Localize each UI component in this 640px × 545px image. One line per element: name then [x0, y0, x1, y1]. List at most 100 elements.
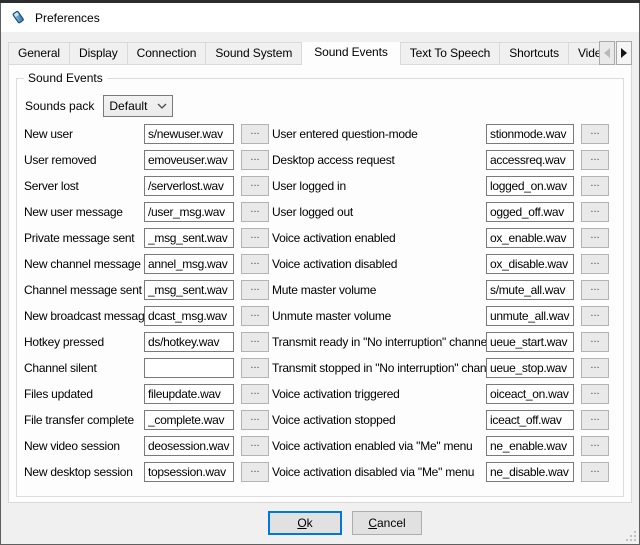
- sound-file-input[interactable]: [486, 254, 574, 274]
- sounds-pack-selected-value: Default: [109, 99, 157, 113]
- sounds-pack-dropdown[interactable]: Default: [103, 95, 173, 117]
- browse-button[interactable]: ...: [241, 228, 269, 248]
- sound-event-row: Voice activation enabled ...: [272, 225, 609, 251]
- sound-file-input[interactable]: [486, 462, 574, 482]
- scroll-left-arrow-icon: [604, 48, 610, 58]
- browse-button[interactable]: ...: [241, 436, 269, 456]
- tab-shortcuts[interactable]: Shortcuts: [499, 42, 569, 65]
- browse-button[interactable]: ...: [241, 176, 269, 196]
- sound-event-row: Private message sent ...: [24, 225, 269, 251]
- sound-file-input[interactable]: [486, 384, 574, 404]
- sound-event-label: New user: [24, 127, 144, 141]
- tab-display[interactable]: Display: [69, 42, 128, 65]
- sound-file-input[interactable]: [144, 280, 234, 300]
- sound-file-input[interactable]: [144, 306, 234, 326]
- browse-button[interactable]: ...: [241, 254, 269, 274]
- title-bar[interactable]: Preferences: [1, 3, 639, 32]
- ok-button[interactable]: Ok: [268, 511, 342, 535]
- browse-button[interactable]: ...: [241, 462, 269, 482]
- browse-button[interactable]: ...: [581, 280, 609, 300]
- sound-event-label: Mute master volume: [272, 283, 486, 297]
- groupbox-title: Sound Events: [24, 71, 107, 85]
- sound-file-input[interactable]: [486, 306, 574, 326]
- browse-button[interactable]: ...: [581, 410, 609, 430]
- browse-button[interactable]: ...: [241, 358, 269, 378]
- sound-file-input[interactable]: [144, 202, 234, 222]
- browse-button[interactable]: ...: [241, 202, 269, 222]
- browse-button[interactable]: ...: [581, 436, 609, 456]
- sound-file-input[interactable]: [486, 332, 574, 352]
- browse-button[interactable]: ...: [581, 202, 609, 222]
- sound-event-row: Voice activation stopped ...: [272, 407, 609, 433]
- tab-text-to-speech[interactable]: Text To Speech: [400, 42, 500, 65]
- browse-button[interactable]: ...: [581, 358, 609, 378]
- tab-sound-events[interactable]: Sound Events: [301, 42, 401, 65]
- sound-file-input[interactable]: [486, 202, 574, 222]
- sound-file-input[interactable]: [144, 358, 234, 378]
- sound-event-label: Voice activation enabled via "Me" menu: [272, 439, 486, 453]
- sound-file-input[interactable]: [144, 150, 234, 170]
- cancel-button[interactable]: Cancel: [352, 511, 422, 535]
- sound-event-row: File transfer complete ...: [24, 407, 269, 433]
- sound-event-row: New channel message ...: [24, 251, 269, 277]
- browse-button[interactable]: ...: [581, 254, 609, 274]
- browse-button[interactable]: ...: [581, 150, 609, 170]
- browse-button[interactable]: ...: [241, 280, 269, 300]
- tab-general[interactable]: General: [8, 42, 70, 65]
- sound-file-input[interactable]: [486, 124, 574, 144]
- sound-event-label: Channel silent: [24, 361, 144, 375]
- browse-button[interactable]: ...: [241, 410, 269, 430]
- browse-button[interactable]: ...: [241, 150, 269, 170]
- browse-button[interactable]: ...: [241, 332, 269, 352]
- sound-event-label: Desktop access request: [272, 153, 486, 167]
- sound-file-input[interactable]: [144, 228, 234, 248]
- sound-event-row: User removed ...: [24, 147, 269, 173]
- sound-event-row: Files updated ...: [24, 381, 269, 407]
- sound-event-label: Transmit ready in "No interruption" chan…: [272, 335, 486, 349]
- sound-file-input[interactable]: [144, 254, 234, 274]
- sound-file-input[interactable]: [144, 176, 234, 196]
- sound-event-row: New desktop session ...: [24, 459, 269, 485]
- sound-file-input[interactable]: [486, 150, 574, 170]
- tab-connection[interactable]: Connection: [127, 42, 207, 65]
- sound-event-label: File transfer complete: [24, 413, 144, 427]
- sound-file-input[interactable]: [144, 436, 234, 456]
- sound-event-label: Unmute master volume: [272, 309, 486, 323]
- sound-event-label: User entered question-mode: [272, 127, 486, 141]
- sound-file-input[interactable]: [486, 176, 574, 196]
- sound-event-row: Transmit ready in "No interruption" chan…: [272, 329, 609, 355]
- sound-event-row: Voice activation disabled ...: [272, 251, 609, 277]
- sound-file-input[interactable]: [486, 228, 574, 248]
- sound-events-right-column: User entered question-mode ... Desktop a…: [272, 121, 609, 485]
- sound-file-input[interactable]: [486, 410, 574, 430]
- sound-file-input[interactable]: [486, 358, 574, 378]
- browse-button[interactable]: ...: [581, 124, 609, 144]
- sound-file-input[interactable]: [486, 280, 574, 300]
- sound-event-row: User entered question-mode ...: [272, 121, 609, 147]
- tab-scroll-right-button[interactable]: [616, 41, 632, 65]
- tab-scroll-left-button[interactable]: [599, 41, 615, 65]
- sound-event-row: User logged out ...: [272, 199, 609, 225]
- sound-events-left-column: New user ... User removed ... Server los…: [24, 121, 269, 485]
- browse-button[interactable]: ...: [581, 462, 609, 482]
- browse-button[interactable]: ...: [581, 384, 609, 404]
- browse-button[interactable]: ...: [581, 228, 609, 248]
- sound-file-input[interactable]: [144, 462, 234, 482]
- sound-event-row: Channel message sent ...: [24, 277, 269, 303]
- resize-grip[interactable]: [626, 531, 636, 541]
- sound-file-input[interactable]: [144, 384, 234, 404]
- browse-button[interactable]: ...: [241, 306, 269, 326]
- scroll-right-arrow-icon: [621, 48, 627, 58]
- browse-button[interactable]: ...: [581, 332, 609, 352]
- sound-file-input[interactable]: [144, 410, 234, 430]
- browse-button[interactable]: ...: [241, 124, 269, 144]
- sound-event-label: New broadcast message: [24, 309, 144, 323]
- sound-file-input[interactable]: [486, 436, 574, 456]
- sound-file-input[interactable]: [144, 124, 234, 144]
- browse-button[interactable]: ...: [241, 384, 269, 404]
- browse-button[interactable]: ...: [581, 306, 609, 326]
- sound-file-input[interactable]: [144, 332, 234, 352]
- tab-sound-system[interactable]: Sound System: [205, 42, 302, 65]
- browse-button[interactable]: ...: [581, 176, 609, 196]
- chevron-down-icon: [157, 103, 167, 109]
